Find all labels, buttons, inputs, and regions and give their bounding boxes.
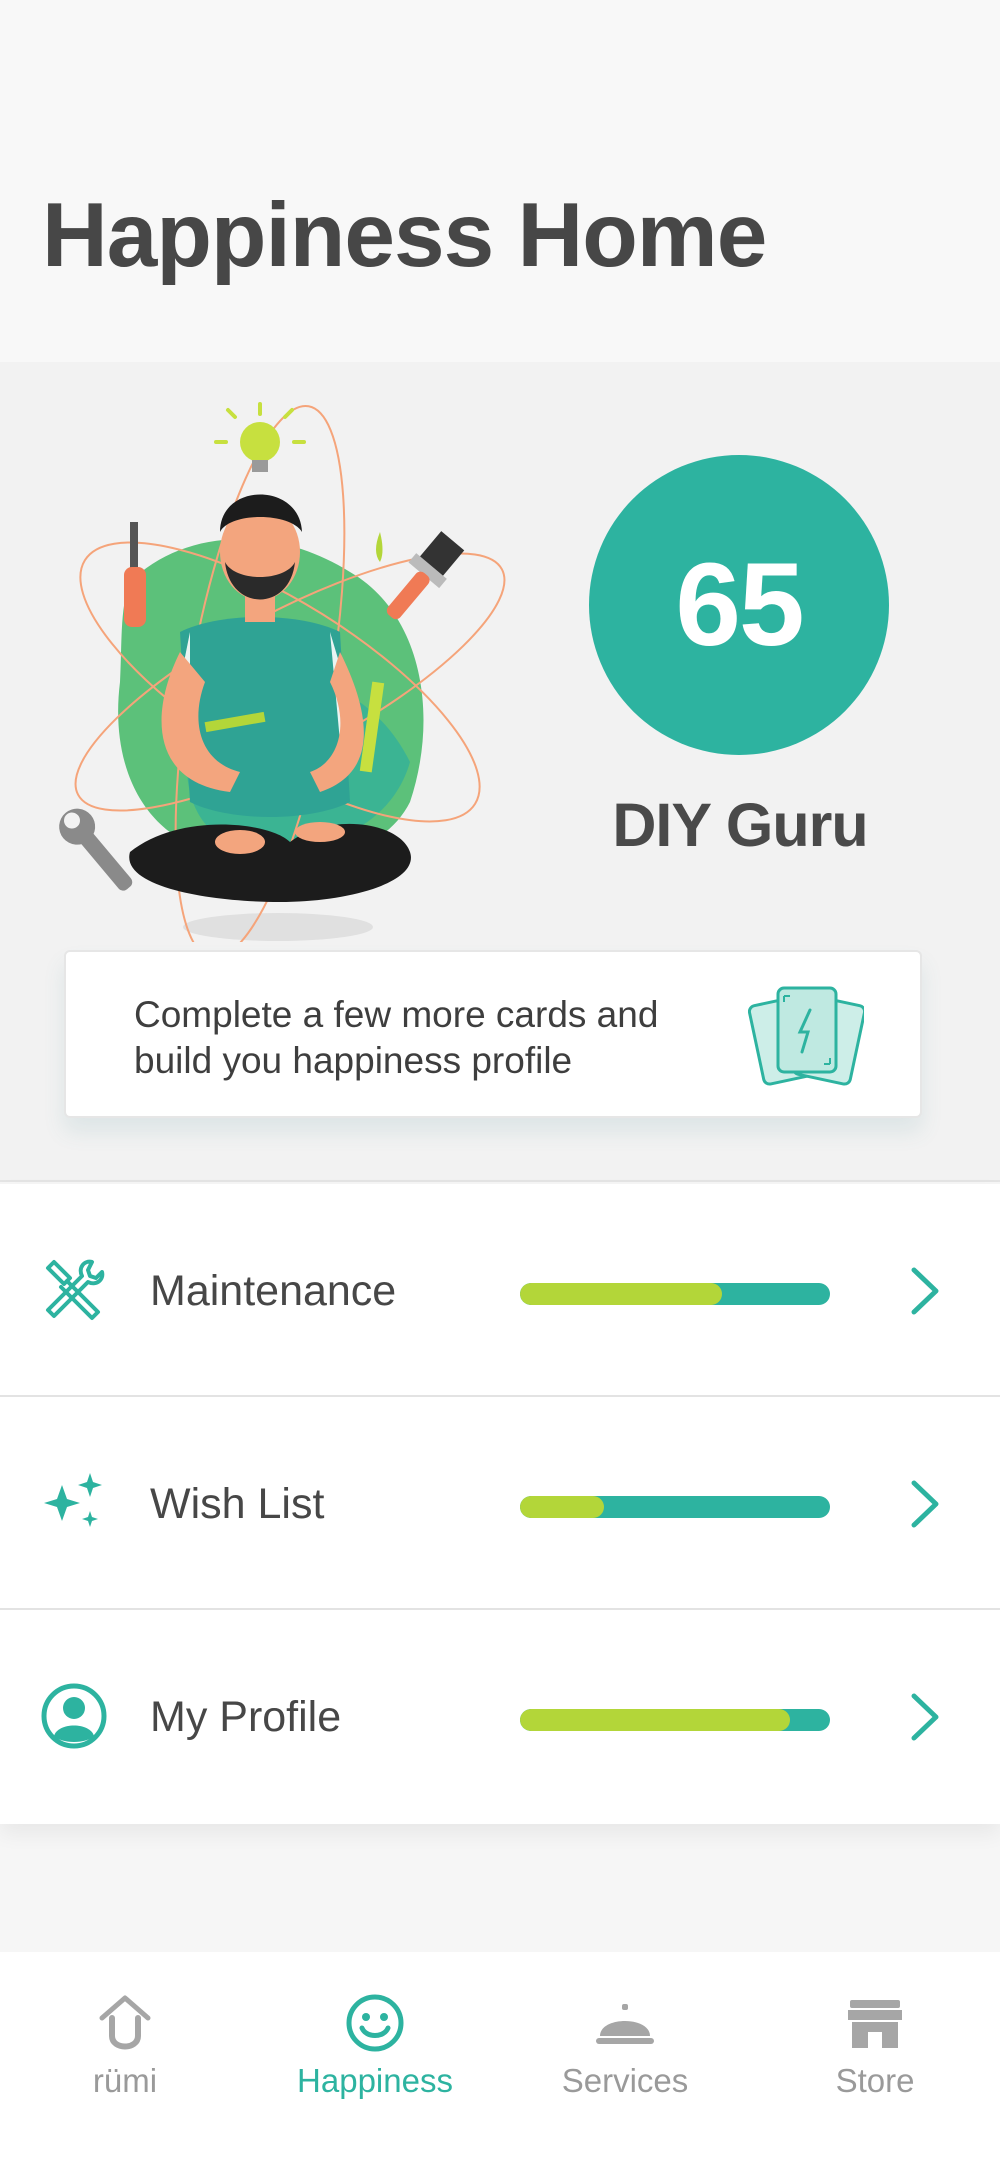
progress-fill [520, 1709, 790, 1731]
category-row-maintenance[interactable]: Maintenance [0, 1184, 1000, 1397]
prompt-text: Complete a few more cards and build you … [134, 994, 659, 1081]
category-row-my-profile[interactable]: My Profile [0, 1610, 1000, 1824]
tab-rumi[interactable]: rümi [0, 1992, 250, 2132]
category-row-wish-list[interactable]: Wish List [0, 1397, 1000, 1610]
progress-fill [520, 1496, 604, 1518]
diy-guru-illustration [59, 402, 506, 942]
progress-fill [520, 1283, 722, 1305]
tab-store[interactable]: Store [750, 1992, 1000, 2132]
cards-icon [748, 986, 864, 1086]
header: Happiness Home [0, 0, 1000, 362]
chevron-right-icon[interactable] [900, 1264, 950, 1318]
hero-section: 65 DIY Guru Complete a few more cards an… [0, 362, 1000, 1182]
category-label: Maintenance [150, 1267, 397, 1315]
page-title: Happiness Home [42, 185, 767, 286]
category-label: Wish List [150, 1480, 325, 1528]
complete-cards-prompt[interactable]: Complete a few more cards and build you … [64, 950, 922, 1118]
chevron-right-icon[interactable] [900, 1690, 950, 1744]
tab-bar: rümi Happiness Services Store [0, 1952, 1000, 2167]
tab-happiness[interactable]: Happiness [250, 1992, 500, 2132]
sparkles-icon [44, 1473, 102, 1527]
level-title: DIY Guru [612, 791, 868, 859]
progress-bar [520, 1283, 830, 1305]
tab-services[interactable]: Services [500, 1992, 750, 2132]
home-icon [99, 1995, 151, 2050]
profile-icon [41, 1683, 107, 1749]
tab-label: Happiness [297, 2062, 453, 2099]
happiness-score: 65 [675, 539, 804, 671]
score-circle: 65 [589, 455, 889, 755]
tools-icon [46, 1259, 105, 1320]
tab-label: Store [835, 2062, 915, 2099]
progress-bar [520, 1709, 830, 1731]
category-list: Maintenance Wish List My Profile [0, 1184, 1000, 1824]
store-icon [848, 2000, 902, 2048]
service-bell-icon [596, 2004, 654, 2044]
tab-label: Services [561, 2062, 689, 2099]
smiley-icon [346, 1994, 404, 2052]
tab-label: rümi [92, 2062, 158, 2099]
category-label: My Profile [150, 1693, 342, 1741]
chevron-right-icon[interactable] [900, 1477, 950, 1531]
progress-bar [520, 1496, 830, 1518]
